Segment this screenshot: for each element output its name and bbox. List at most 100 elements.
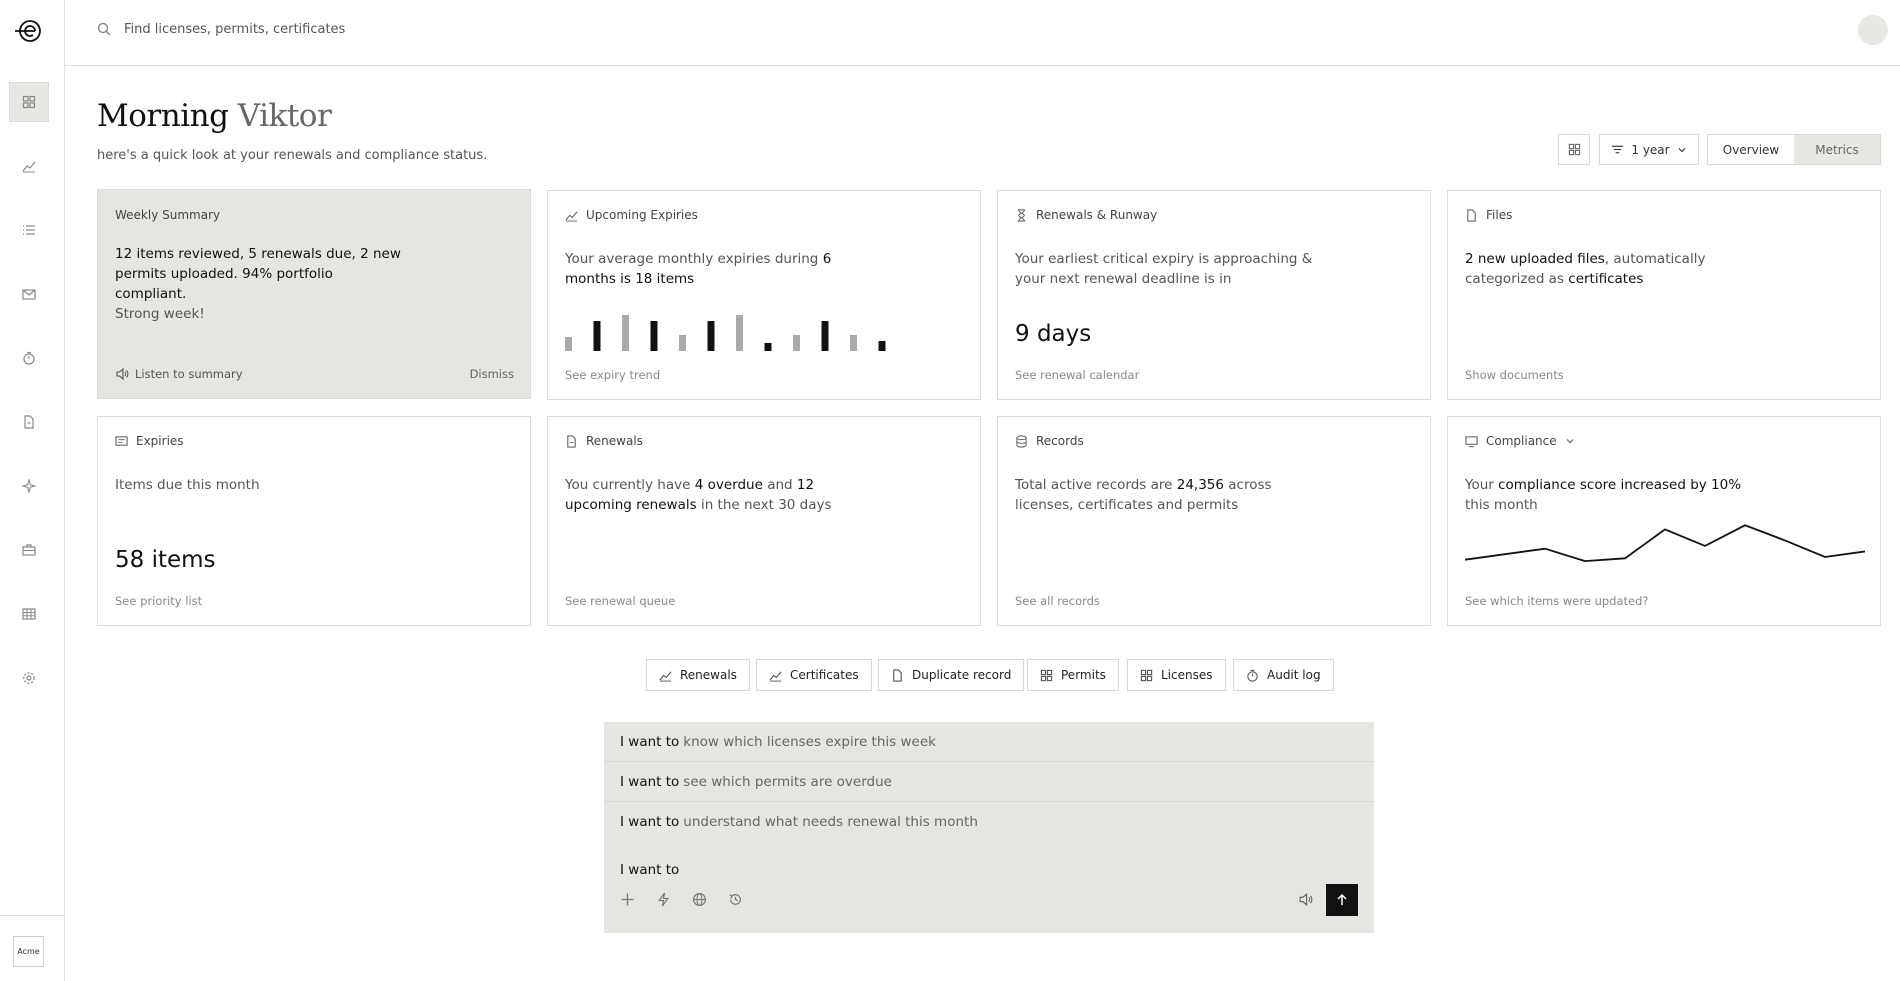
document-icon: [24, 415, 34, 429]
mail-icon: [22, 289, 36, 300]
suggestion-item[interactable]: I want to understand what needs renewal …: [604, 802, 1374, 842]
expiry-bar: [622, 315, 629, 351]
chip-label: Audit log: [1267, 668, 1321, 682]
expiries-card[interactable]: Expiries Items due this month 58 items S…: [97, 416, 531, 626]
range-select[interactable]: 1 year: [1599, 134, 1699, 165]
chevron-down-icon: [1566, 439, 1574, 444]
hourglass-icon: [1017, 208, 1026, 222]
gear-icon: [23, 672, 35, 684]
card-title-text: Weekly Summary: [115, 208, 221, 222]
files-card[interactable]: Files 2 new uploaded files, automaticall…: [1447, 190, 1881, 400]
grid-icon: [1568, 143, 1580, 156]
card-header[interactable]: Compliance: [1465, 434, 1575, 448]
text-part: Your average monthly expiries during: [565, 251, 819, 267]
chip-duplicate-record[interactable]: Duplicate record: [878, 659, 1025, 691]
card-text: Your compliance score increased by 10% t…: [1465, 475, 1765, 515]
add-button[interactable]: [618, 890, 636, 908]
speaker-icon: [116, 367, 129, 381]
see-updated-items-link[interactable]: See which items were updated?: [1465, 594, 1649, 608]
sidebar-item-documents[interactable]: [9, 402, 49, 442]
renewals-runway-card[interactable]: Renewals & Runway Your earliest critical…: [997, 190, 1431, 400]
card-title: Renewals: [586, 434, 643, 448]
card-text: 12 items reviewed, 5 renewals due, 2 new…: [115, 244, 405, 324]
expiries-value: 58 items: [115, 547, 216, 573]
avatar[interactable]: [1858, 15, 1888, 45]
text-part: licenses, certificates and permits: [1015, 497, 1239, 513]
tab-metrics[interactable]: Metrics: [1794, 135, 1880, 164]
suggestion-text: understand what needs renewal this month: [683, 814, 978, 830]
see-priority-list-link[interactable]: See priority list: [115, 594, 202, 608]
card-text: Total active records are 24,356 across l…: [1015, 475, 1285, 515]
compliance-line: [1465, 524, 1865, 562]
sidebar-item-ai[interactable]: [9, 466, 49, 506]
chart-icon: [22, 161, 36, 173]
text-part: this month: [1465, 497, 1538, 513]
see-renewal-calendar-link[interactable]: See renewal calendar: [1015, 368, 1139, 382]
document-icon: [1467, 208, 1476, 222]
see-expiry-trend-link[interactable]: See expiry trend: [565, 368, 660, 382]
layout-toggle-button[interactable]: [1558, 134, 1590, 165]
prompt-input[interactable]: I want to: [620, 862, 679, 878]
history-button[interactable]: [726, 890, 744, 908]
see-renewal-queue-link[interactable]: See renewal queue: [565, 594, 675, 608]
chip-audit-log[interactable]: Audit log: [1233, 659, 1334, 691]
show-documents-link[interactable]: Show documents: [1465, 368, 1564, 382]
card-text: Items due this month: [115, 477, 260, 493]
sidebar-item-mail[interactable]: [9, 274, 49, 314]
suggestion-prefix: I want to: [620, 733, 680, 750]
logo-icon[interactable]: [13, 15, 45, 47]
view-tabs: Overview Metrics: [1707, 134, 1881, 165]
expiry-bar: [650, 321, 658, 351]
card-header: Renewals & Runway: [1015, 208, 1157, 222]
voice-button[interactable]: [1296, 890, 1314, 908]
send-button[interactable]: [1326, 884, 1358, 916]
workspace-logo[interactable]: Acme: [13, 936, 44, 967]
see-all-records-link[interactable]: See all records: [1015, 594, 1100, 608]
assistant-prompt-panel: I want to know which licenses expire thi…: [604, 722, 1374, 933]
renewals-card[interactable]: Renewals You currently have 4 overdue an…: [547, 416, 981, 626]
speaker-icon: [1299, 892, 1312, 906]
prompt-toolbar: [618, 890, 744, 908]
plus-icon: [621, 893, 633, 905]
tab-overview[interactable]: Overview: [1708, 135, 1794, 164]
chip-licenses[interactable]: Licenses: [1127, 659, 1226, 691]
card-text: 2 new uploaded files, automatically cate…: [1465, 249, 1710, 289]
sidebar-item-analytics[interactable]: [9, 146, 49, 186]
globe-icon: [692, 892, 706, 906]
expiry-bar: [793, 335, 800, 351]
sidebar-item-settings[interactable]: [9, 658, 49, 698]
chip-label: Duplicate record: [912, 668, 1012, 682]
expiry-bar: [850, 335, 857, 351]
text-part: in the next 30 days: [700, 497, 832, 513]
expiry-bar: [821, 321, 829, 351]
sidebar-item-timer[interactable]: [9, 338, 49, 378]
briefcase-icon: [22, 544, 36, 556]
suggestion-item[interactable]: I want to see which permits are overdue: [604, 762, 1374, 802]
database-icon: [1016, 434, 1027, 448]
sidebar: Acme: [0, 0, 65, 981]
timer-icon: [1247, 669, 1258, 682]
search-input[interactable]: [124, 18, 724, 40]
records-card[interactable]: Records Total active records are 24,356 …: [997, 416, 1431, 626]
compliance-card[interactable]: Compliance Your compliance score increas…: [1447, 416, 1881, 626]
dismiss-button[interactable]: Dismiss: [470, 367, 514, 381]
sidebar-item-dashboard[interactable]: [9, 82, 49, 122]
quick-action-button[interactable]: [654, 890, 672, 908]
range-label: 1 year: [1631, 142, 1670, 157]
sidebar-item-list[interactable]: [9, 210, 49, 250]
text-part: and: [767, 477, 793, 493]
suggestion-item[interactable]: I want to know which licenses expire thi…: [604, 722, 1374, 762]
chip-certificates[interactable]: Certificates: [756, 659, 872, 691]
summary-tail: Strong week!: [115, 306, 205, 322]
sidebar-item-portfolio[interactable]: [9, 530, 49, 570]
listen-summary-button[interactable]: Listen to summary: [115, 367, 243, 381]
chip-renewals[interactable]: Renewals: [646, 659, 750, 691]
chip-label: Permits: [1061, 668, 1106, 682]
top-bar: [65, 0, 1900, 66]
filter-icon: [1612, 145, 1624, 154]
chip-permits[interactable]: Permits: [1027, 659, 1119, 691]
listen-label: Listen to summary: [135, 367, 243, 381]
sidebar-item-table[interactable]: [9, 594, 49, 634]
upcoming-expiries-card[interactable]: Upcoming Expiries Your average monthly e…: [547, 190, 981, 400]
web-search-button[interactable]: [690, 890, 708, 908]
